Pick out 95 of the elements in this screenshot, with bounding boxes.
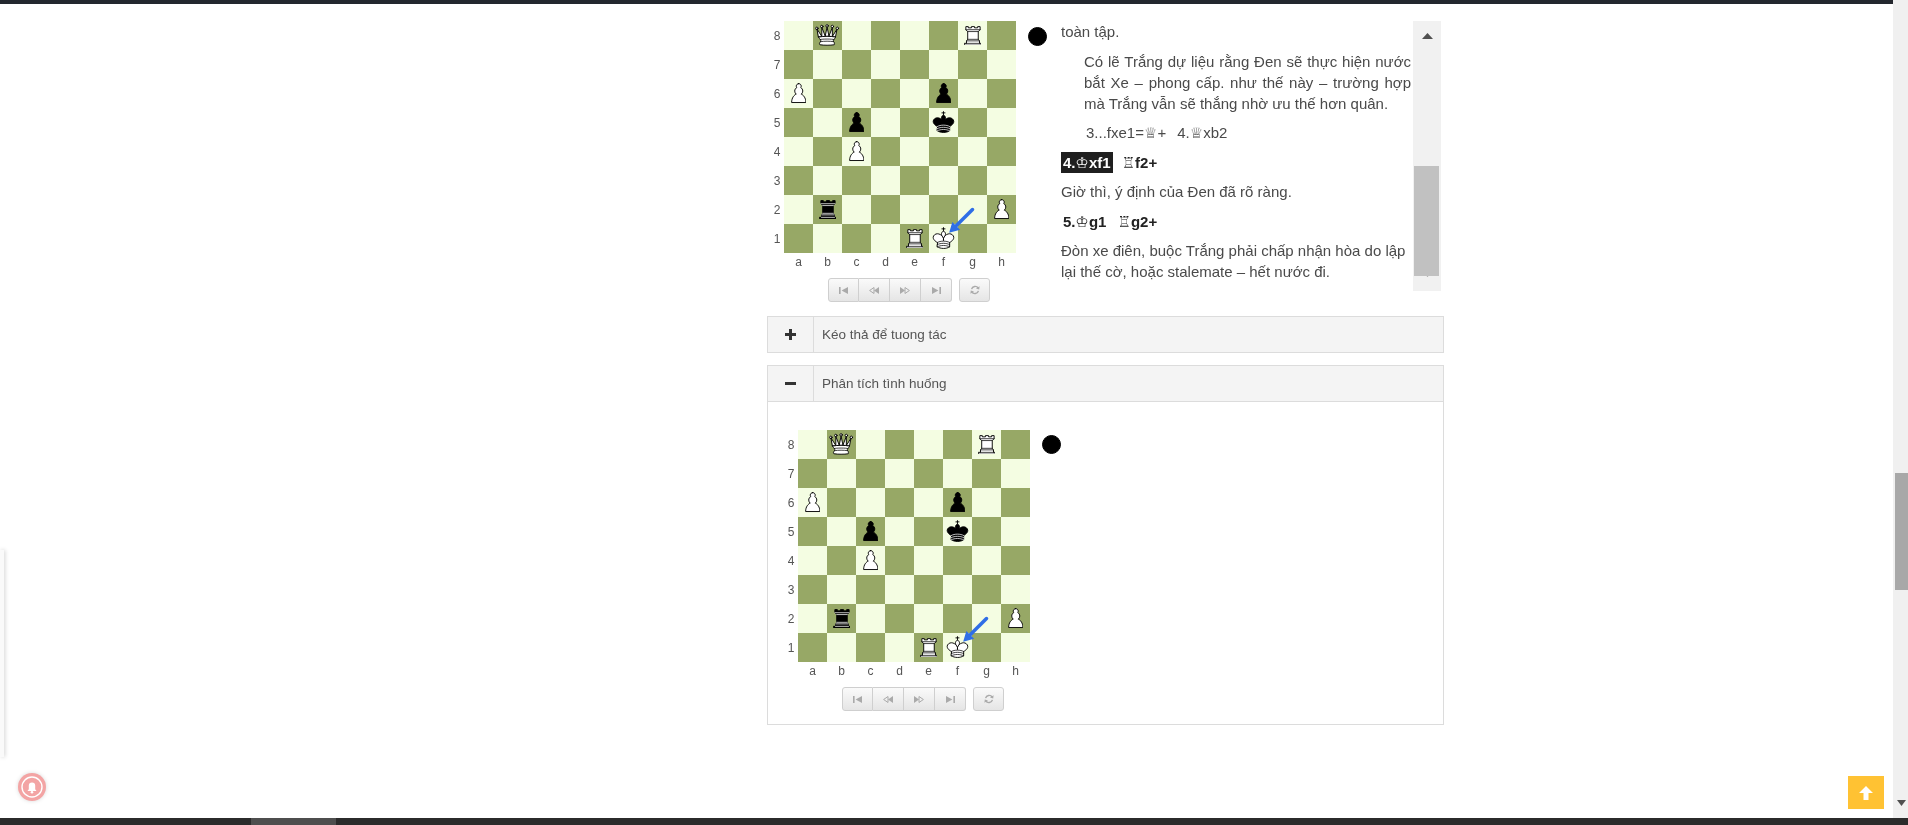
rank-label: 6 — [773, 86, 781, 101]
comment-text: toàn tập. — [1061, 22, 1121, 42]
pawn-icon — [862, 550, 879, 571]
file-label: a — [795, 255, 802, 269]
king-icon — [946, 520, 969, 543]
file-label: b — [824, 255, 831, 269]
queen-icon — [829, 433, 854, 456]
notation-move[interactable]: 3...fxe1=♕+ — [1084, 122, 1169, 143]
rank-label: 8 — [787, 437, 795, 452]
rank-label: 4 — [787, 553, 795, 568]
rank-label: 2 — [773, 202, 781, 217]
rank-label: 4 — [773, 144, 781, 159]
comment-text: Giờ thì, ý định của Đen đã rõ ràng. — [1061, 182, 1293, 202]
rank-label: 3 — [787, 582, 795, 597]
skip-back-icon — [853, 695, 862, 703]
queen-icon — [815, 24, 840, 47]
pawn-icon — [993, 199, 1010, 220]
skip-back-button[interactable] — [828, 278, 859, 302]
comment-text: Đòn xe điên, buộc Trắng phải chấp nhận hòa do lập lại thế cờ, hoặc stalemate – hết nước đi. — [1061, 241, 1407, 282]
rook-icon — [905, 228, 924, 249]
notation-move[interactable]: ♖f2+ — [1119, 151, 1160, 173]
comment-text: Có lẽ Trắng dự liệu rằng Đen sẽ thực hiện nước bắt Xe – phong cấp. như thế này – trường hợp mà Trắng vẫn sẽ thắng nhờ ưu thế hơn quân. — [1083, 51, 1411, 114]
fast-forward-button[interactable] — [890, 278, 921, 302]
notification-button[interactable] — [18, 773, 46, 801]
rook-icon — [919, 637, 938, 658]
rewind-button[interactable] — [873, 687, 904, 711]
rotate-icon — [983, 694, 994, 704]
notation-move[interactable]: 4.♔xf1 — [1061, 151, 1113, 173]
file-label: c — [867, 664, 874, 678]
pawn-icon — [1007, 608, 1024, 629]
file-label: d — [896, 664, 903, 678]
rank-label: 7 — [773, 57, 781, 72]
rank-label: 6 — [787, 495, 795, 510]
rewind-icon — [869, 286, 879, 294]
up-arrow-icon[interactable] — [1421, 33, 1433, 39]
scroll-to-top-button[interactable] — [1848, 776, 1884, 809]
king-icon — [932, 227, 955, 250]
pawn-icon — [848, 112, 865, 133]
pawn-icon — [848, 141, 865, 162]
skip-back-icon — [839, 286, 848, 294]
scrollbar-thumb[interactable] — [251, 818, 336, 825]
notation-move[interactable]: 5.♔g1 — [1061, 210, 1109, 232]
rook-icon — [963, 25, 982, 46]
rank-label: 5 — [773, 115, 781, 130]
file-label: h — [1012, 664, 1019, 678]
pawn-icon — [862, 521, 879, 542]
rook-icon — [977, 434, 996, 455]
rank-label: 1 — [773, 231, 781, 246]
fast-forward-icon — [900, 286, 910, 294]
king-icon — [932, 111, 955, 134]
file-label: e — [911, 255, 918, 269]
file-label: c — [853, 255, 860, 269]
rank-label: 1 — [787, 640, 795, 655]
pawn-icon — [804, 492, 821, 513]
rank-label: 7 — [787, 466, 795, 481]
scrollbar-thumb[interactable] — [1895, 473, 1908, 590]
flip-board-button[interactable] — [973, 687, 1004, 711]
down-arrow-icon[interactable] — [1897, 800, 1906, 806]
file-label: a — [809, 664, 816, 678]
file-label: g — [983, 664, 990, 678]
pawn-icon — [790, 83, 807, 104]
file-label: h — [998, 255, 1005, 269]
rewind-button[interactable] — [859, 278, 890, 302]
arrow-up-icon — [1859, 785, 1873, 800]
rotate-icon — [969, 285, 980, 295]
file-label: f — [955, 664, 960, 678]
skip-back-button[interactable] — [842, 687, 873, 711]
pawn-icon — [949, 492, 966, 513]
rook-icon — [832, 608, 851, 629]
scrollbar-thumb[interactable] — [1414, 166, 1439, 276]
rank-label: 5 — [787, 524, 795, 539]
skip-forward-button[interactable] — [921, 278, 952, 302]
rank-label: 2 — [787, 611, 795, 626]
bell-icon — [21, 776, 43, 798]
fast-forward-icon — [914, 695, 924, 703]
notation-move[interactable]: 4.♕xb2 — [1175, 122, 1230, 143]
notation-move[interactable]: ♖g2+ — [1115, 210, 1160, 232]
skip-forward-button[interactable] — [935, 687, 966, 711]
file-label: d — [882, 255, 889, 269]
file-label: e — [925, 664, 932, 678]
fast-forward-button[interactable] — [904, 687, 935, 711]
king-icon — [946, 636, 969, 659]
rook-icon — [818, 199, 837, 220]
flip-board-button[interactable] — [959, 278, 990, 302]
file-label: g — [969, 255, 976, 269]
skip-forward-icon — [945, 695, 955, 703]
rank-label: 3 — [773, 173, 781, 188]
rank-label: 8 — [773, 28, 781, 43]
file-label: f — [941, 255, 946, 269]
file-label: b — [838, 664, 845, 678]
pawn-icon — [935, 83, 952, 104]
accordion-header[interactable]: Kéo thả để tuong tác — [767, 316, 1444, 353]
skip-forward-icon — [931, 286, 941, 294]
accordion-header[interactable]: Phân tích tình huống — [767, 365, 1444, 402]
rewind-icon — [883, 695, 893, 703]
